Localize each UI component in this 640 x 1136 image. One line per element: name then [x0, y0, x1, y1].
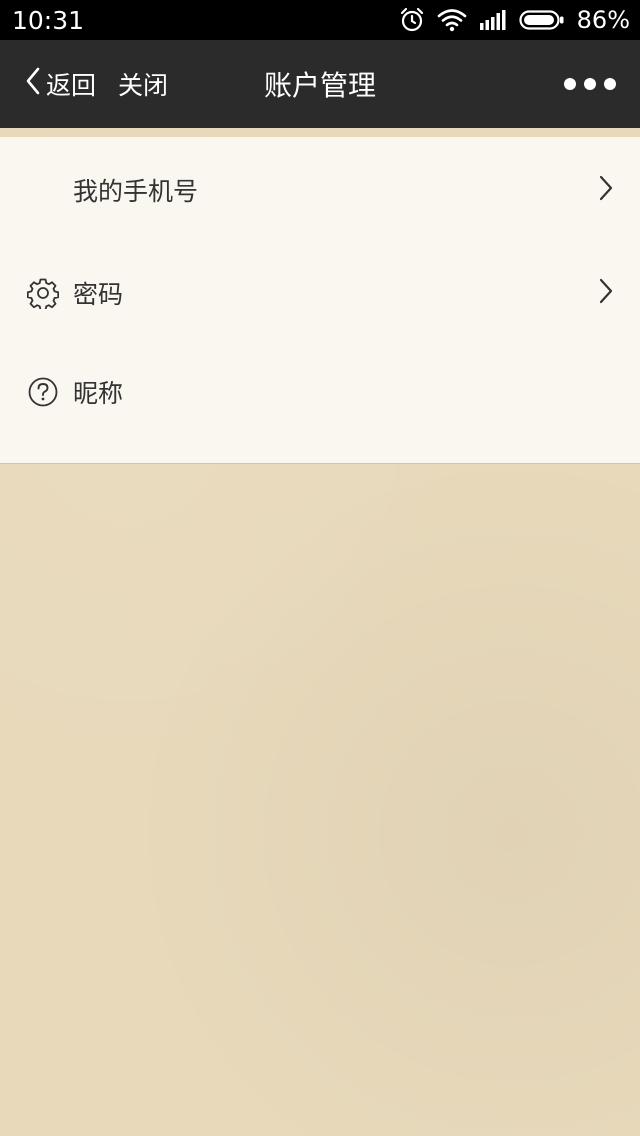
more-dots-icon: [564, 78, 616, 90]
chevron-right-icon: [598, 174, 614, 206]
battery-icon: [519, 9, 565, 31]
menu-item-nickname[interactable]: 昵称: [0, 342, 640, 442]
help-circle-icon: [27, 376, 59, 408]
more-button[interactable]: [564, 40, 616, 128]
account-menu: 我的手机号 密码 昵称: [0, 137, 640, 464]
wifi-icon: [437, 8, 467, 32]
menu-item-label: 我的手机号: [73, 177, 199, 206]
back-button[interactable]: 返回: [24, 40, 96, 128]
menu-item-password[interactable]: 密码: [0, 243, 640, 343]
status-icons: 86%: [399, 6, 630, 34]
gear-icon: [26, 277, 60, 311]
signal-icon: [479, 9, 507, 31]
menu-item-label: 密码: [73, 280, 124, 309]
status-bar: 10:31 86%: [0, 0, 640, 40]
menu-item-label: 昵称: [73, 379, 124, 408]
back-label: 返回: [46, 71, 97, 100]
chevron-right-icon: [598, 277, 614, 309]
status-time: 10:31: [12, 5, 85, 35]
nav-bar: 返回 关闭 账户管理: [0, 40, 640, 128]
alarm-icon: [399, 7, 425, 33]
chevron-left-icon: [24, 66, 42, 102]
battery-percent: 86%: [576, 6, 630, 34]
menu-item-phone[interactable]: 我的手机号: [0, 140, 640, 240]
close-button[interactable]: 关闭: [118, 40, 168, 128]
